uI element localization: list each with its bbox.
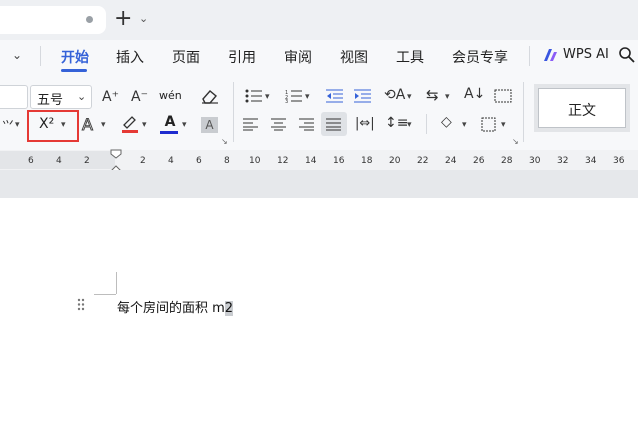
superscript-button[interactable]: X² (39, 116, 54, 132)
drag-handle-icon[interactable] (77, 298, 85, 311)
divider (40, 46, 41, 66)
chevron-down-icon: ⌄ (77, 90, 87, 103)
document-text: 每个房间的面积 m (117, 301, 225, 316)
ruler-tick-label: 14 (305, 156, 317, 166)
line-spacing-icon[interactable]: ↕≡ (385, 115, 408, 131)
chevron-down-icon[interactable]: ▾ (462, 120, 467, 130)
font-size-combo[interactable]: 五号 ⌄ (30, 85, 92, 109)
ruler-tick-label: 30 (529, 156, 541, 166)
new-tab-chevron-icon[interactable]: ⌄ (139, 12, 148, 25)
ruler-tick-label: 16 (333, 156, 345, 166)
selected-text: 2 (224, 301, 234, 316)
ruler-tick-label: 26 (473, 156, 485, 166)
divider (233, 82, 234, 142)
wps-ai-logo-icon (544, 49, 557, 61)
tab-review[interactable]: 审阅 (284, 47, 312, 67)
ruler-tick-label: 10 (249, 156, 261, 166)
line-break-icon[interactable]: ⇆ (426, 86, 439, 104)
chevron-down-icon[interactable]: ▾ (501, 120, 506, 130)
font-dialog-launcher-icon[interactable]: ↘ (221, 137, 228, 146)
tab-tools[interactable]: 工具 (396, 47, 424, 67)
ruler-tick-label: 32 (557, 156, 569, 166)
document-page[interactable] (0, 198, 638, 426)
columns-icon[interactable] (494, 89, 512, 103)
tab-home[interactable]: 开始 (61, 47, 89, 67)
unsaved-dot-icon[interactable] (86, 16, 93, 23)
char-shading-button[interactable]: A (201, 117, 218, 133)
divider (426, 114, 427, 134)
shading-fill-icon[interactable]: ◇ (441, 114, 452, 130)
divider (529, 46, 530, 66)
new-tab-button[interactable]: + (114, 8, 132, 30)
tab-references[interactable]: 引用 (228, 47, 256, 67)
ruler-tick-label: 8 (224, 156, 230, 166)
tab-insert[interactable]: 插入 (116, 47, 144, 67)
chevron-down-icon[interactable]: ▾ (15, 120, 20, 130)
search-icon[interactable] (618, 46, 636, 64)
ruler-tick-label: 20 (389, 156, 401, 166)
chevron-down-icon[interactable]: ▾ (142, 120, 147, 130)
ruler-tick-label: 36 (613, 156, 625, 166)
font-name-combo[interactable] (0, 85, 28, 109)
increase-indent-icon[interactable] (354, 89, 372, 103)
numbered-list-icon[interactable]: 123 (285, 89, 303, 103)
ruler-tick-label: 34 (585, 156, 597, 166)
font-color-swatch (160, 131, 178, 134)
chevron-down-icon[interactable]: ▾ (407, 120, 412, 130)
align-center-icon[interactable] (271, 118, 287, 131)
font-color-button[interactable]: A (160, 114, 180, 130)
font-size-value: 五号 (37, 93, 64, 108)
grow-font-button[interactable]: A⁺ (102, 88, 119, 106)
highlight-pen-icon[interactable] (120, 115, 140, 133)
menu-collapse-chevron-icon[interactable]: ⌄ (12, 48, 22, 62)
align-left-icon[interactable] (243, 118, 259, 131)
justify-button[interactable] (321, 112, 347, 136)
chevron-down-icon[interactable]: ▾ (305, 92, 310, 102)
margin-corner-mark (94, 294, 116, 295)
tab-member[interactable]: 会员专享 (452, 47, 508, 67)
sort-icon[interactable]: A↓ (464, 86, 485, 102)
ruler-tick-label: 12 (277, 156, 289, 166)
text-direction-icon[interactable]: ⟲A (384, 87, 405, 103)
distributed-align-icon[interactable]: |⇔| (355, 116, 375, 131)
clear-format-eraser-icon[interactable] (200, 88, 220, 104)
wps-ai-label: WPS AI (563, 47, 609, 62)
ruler-tick-label: 18 (361, 156, 373, 166)
phonetic-guide-button[interactable]: wén (159, 89, 182, 102)
borders-icon[interactable] (481, 117, 496, 132)
ruler-tick-label: 4 (56, 156, 62, 166)
ruler-tick-label: 2 (84, 156, 90, 166)
svg-text:3: 3 (285, 99, 288, 103)
tab-page[interactable]: 页面 (172, 47, 200, 67)
page-gap-strip (0, 170, 638, 198)
ruler-tick-label: 4 (168, 156, 174, 166)
style-normal-label: 正文 (568, 103, 596, 119)
shrink-font-button[interactable]: A⁻ (131, 88, 148, 106)
chevron-down-icon[interactable]: ▾ (182, 120, 187, 130)
document-paragraph[interactable]: 每个房间的面积 m2 (117, 297, 234, 316)
margin-corner-mark (116, 272, 117, 294)
align-justify-icon (326, 118, 341, 131)
chevron-down-icon[interactable]: ▾ (445, 92, 450, 102)
paragraph-dialog-launcher-icon[interactable]: ↘ (512, 137, 519, 146)
ruler-tick-label: 24 (445, 156, 457, 166)
chevron-down-icon[interactable]: ▾ (61, 120, 66, 130)
active-tab-indicator (61, 69, 87, 72)
chevron-down-icon[interactable]: ▾ (101, 120, 106, 130)
decrease-indent-icon[interactable] (326, 89, 344, 103)
tab-view[interactable]: 视图 (340, 47, 368, 67)
ruler-tick-label: 2 (140, 156, 146, 166)
ruler-tick-label: 22 (417, 156, 429, 166)
chevron-down-icon[interactable]: ▾ (265, 92, 270, 102)
divider (523, 82, 524, 142)
chevron-down-icon[interactable]: ▾ (407, 92, 412, 102)
ruler-tick-label: 6 (196, 156, 202, 166)
ruler-tick-label: 28 (501, 156, 513, 166)
strikethrough-icon[interactable]: ⺍ (2, 117, 14, 134)
bullet-list-icon[interactable] (245, 89, 263, 103)
align-right-icon[interactable] (299, 118, 315, 131)
text-effect-button[interactable]: A (82, 115, 94, 135)
ruler-tick-label: 6 (28, 156, 34, 166)
